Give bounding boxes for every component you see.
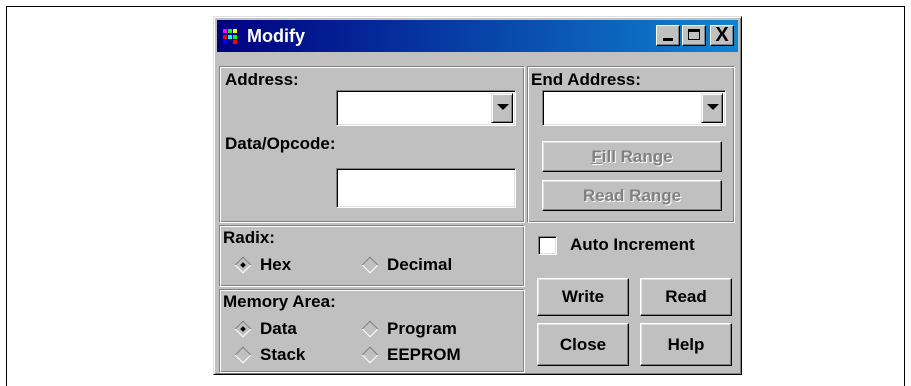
memory-area-group: Memory Area: Data Program Stack EEPROM — [219, 289, 525, 373]
maximize-icon — [688, 29, 700, 40]
read-label: Read — [665, 287, 707, 306]
memory-program-radio[interactable]: Program — [360, 319, 457, 339]
memory-area-label: Memory Area: — [223, 292, 336, 311]
radio-unselected-icon — [234, 346, 252, 364]
modify-app-icon — [223, 27, 243, 45]
close-button[interactable]: Close — [537, 323, 629, 366]
end-address-label: End Address: — [531, 70, 641, 89]
memory-data-radio[interactable]: Data — [233, 319, 297, 339]
data-opcode-input[interactable] — [336, 168, 516, 208]
radio-selected-icon — [234, 256, 252, 274]
close-icon: X — [715, 24, 729, 46]
radix-decimal-label: Decimal — [387, 255, 453, 274]
fill-range-label: Fill Range — [591, 146, 673, 166]
write-button[interactable]: Write — [537, 278, 629, 316]
chevron-down-icon — [707, 104, 719, 110]
window-title: Modify — [247, 25, 305, 46]
memory-eeprom-label: EEPROM — [387, 345, 461, 364]
modify-dialog: Modify X Address: Data/Opcode: End Addre… — [213, 16, 742, 375]
radix-decimal-radio[interactable]: Decimal — [360, 255, 452, 275]
address-combobox[interactable] — [336, 90, 516, 126]
help-label: Help — [667, 334, 705, 354]
chevron-down-icon — [497, 104, 509, 110]
fill-range-button[interactable]: Fill Range — [542, 141, 722, 172]
data-opcode-label: Data/Opcode: — [225, 134, 336, 153]
end-address-dropdown-button[interactable] — [701, 93, 723, 123]
close-label: Close — [559, 334, 607, 354]
radio-unselected-icon — [361, 346, 379, 364]
auto-increment-label[interactable]: Auto Increment — [570, 235, 695, 255]
address-group: Address: Data/Opcode: — [219, 66, 525, 223]
end-address-combobox[interactable] — [542, 90, 726, 126]
radix-group: Radix: Hex Decimal — [219, 225, 525, 287]
address-label: Address: — [225, 70, 299, 89]
radix-hex-radio[interactable]: Hex — [233, 255, 291, 275]
memory-stack-radio[interactable]: Stack — [233, 345, 305, 365]
read-button[interactable]: Read — [640, 278, 732, 316]
minimize-button[interactable] — [656, 25, 680, 46]
end-address-group: End Address: Fill Range Read Range — [527, 66, 735, 223]
memory-program-label: Program — [387, 319, 457, 338]
address-dropdown-button[interactable] — [491, 93, 513, 123]
radix-hex-label: Hex — [260, 255, 292, 274]
maximize-button[interactable] — [682, 25, 706, 46]
radio-unselected-icon — [361, 256, 379, 274]
help-button[interactable]: Help — [640, 323, 732, 366]
close-window-button[interactable]: X — [710, 24, 734, 46]
write-label: Write — [561, 287, 605, 306]
minimize-icon — [663, 38, 673, 41]
memory-eeprom-radio[interactable]: EEPROM — [360, 345, 461, 365]
memory-data-label: Data — [260, 319, 297, 338]
title-bar[interactable]: Modify X — [217, 20, 738, 52]
memory-stack-label: Stack — [260, 345, 306, 364]
radio-unselected-icon — [361, 320, 379, 338]
radix-label: Radix: — [223, 228, 275, 247]
read-range-label: Read Range — [582, 185, 682, 205]
read-range-button[interactable]: Read Range — [542, 180, 722, 211]
radio-selected-icon — [234, 320, 252, 338]
auto-increment-checkbox[interactable] — [538, 236, 557, 255]
